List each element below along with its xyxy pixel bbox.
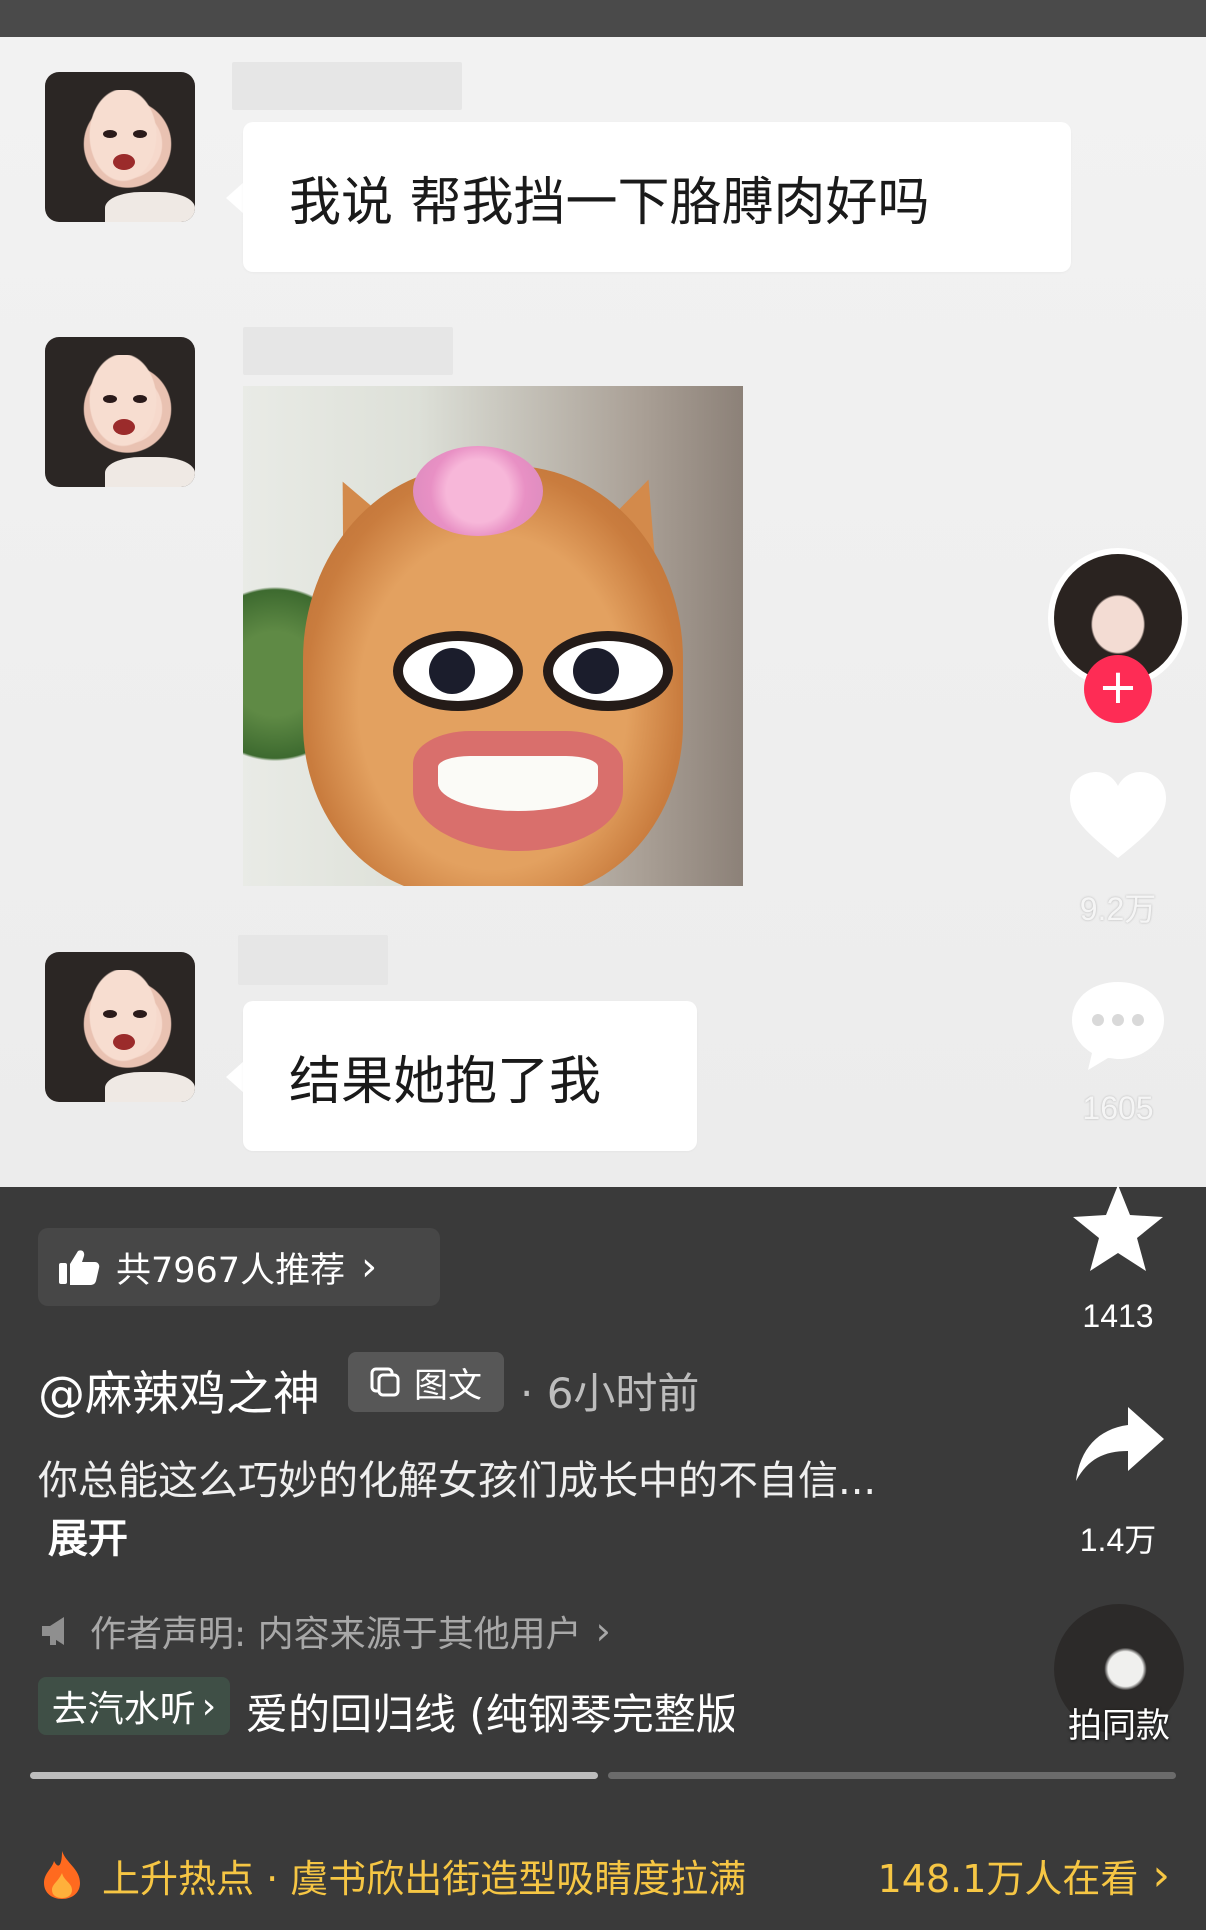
- music-title[interactable]: 爱的回归线 (纯钢琴完整版: [246, 1681, 734, 1742]
- like-count: 9.2万: [1079, 891, 1157, 927]
- share-count: 1.4万: [1079, 1522, 1157, 1558]
- author-name[interactable]: @麻辣鸡之神: [38, 1355, 320, 1424]
- expand-button[interactable]: 展开: [48, 1516, 128, 1562]
- gallery-icon: [370, 1367, 400, 1397]
- chat-avatar: [45, 337, 195, 487]
- message-text: 我说 帮我挡一下胳膊肉好吗: [289, 172, 930, 233]
- top-bar: [0, 0, 1206, 37]
- post-type-label: 图文: [414, 1365, 482, 1406]
- recommend-text: 共7967人推荐: [116, 1250, 346, 1291]
- bubble-tail: [226, 1061, 244, 1093]
- like-heart-icon[interactable]: [1068, 770, 1168, 862]
- soda-music-label: 去汽水听: [51, 1689, 196, 1730]
- comment-bubble-icon[interactable]: [1068, 978, 1168, 1074]
- favorite-count: 1413: [1082, 1298, 1154, 1334]
- chevron-right-icon: ›: [361, 1244, 378, 1290]
- declaration-text: 作者声明: 内容来源于其他用户: [90, 1614, 582, 1655]
- thumbs-up-icon: [59, 1250, 100, 1285]
- hot-topic-text: 上升热点 · 虞书欣出街造型吸睛度拉满: [102, 1856, 747, 1901]
- share-arrow-icon[interactable]: [1074, 1405, 1166, 1485]
- bubble-tail: [226, 182, 244, 214]
- soda-music-button[interactable]: 去汽水听 ›: [38, 1677, 230, 1735]
- description-text: 你总能这么巧妙的化解女孩们成长中的不自信...: [38, 1458, 877, 1504]
- chat-avatar: [45, 72, 195, 222]
- message-text: 结果她抱了我: [289, 1051, 602, 1112]
- watching-count: 148.1万人在看: [877, 1856, 1139, 1901]
- same-style-label[interactable]: 拍同款: [1054, 1698, 1184, 1747]
- sender-name-redacted: [243, 327, 453, 375]
- message-bubble: 我说 帮我挡一下胳膊肉好吗: [243, 122, 1071, 272]
- follow-button[interactable]: +: [1084, 655, 1152, 723]
- hot-topic-bar[interactable]: 上升热点 · 虞书欣出街造型吸睛度拉满 148.1万人在看 ›: [40, 1845, 1170, 1905]
- post-type-tag[interactable]: 图文: [348, 1352, 504, 1412]
- gallery-progress-current: [30, 1772, 598, 1779]
- chat-screenshot[interactable]: 我说 帮我挡一下胳膊肉好吗 结果她抱了我: [0, 37, 1206, 1187]
- recommend-pill[interactable]: 共7967人推荐 ›: [38, 1228, 440, 1306]
- favorite-star-icon[interactable]: [1070, 1183, 1166, 1275]
- author-declaration[interactable]: 作者声明: 内容来源于其他用户 ›: [40, 1605, 611, 1657]
- comment-count: 1605: [1082, 1090, 1154, 1126]
- sender-name-redacted: [232, 62, 462, 110]
- chevron-right-icon: ›: [1152, 1849, 1170, 1901]
- flame-icon: [44, 1851, 80, 1899]
- chat-avatar: [45, 952, 195, 1102]
- message-bubble: 结果她抱了我: [243, 1001, 697, 1151]
- sender-name-redacted: [238, 935, 388, 985]
- post-time: · 6小时前: [520, 1369, 700, 1418]
- megaphone-icon: [42, 1617, 64, 1645]
- post-description[interactable]: 你总能这么巧妙的化解女孩们成长中的不自信... 展开: [38, 1452, 898, 1568]
- chevron-right-icon: ›: [201, 1685, 217, 1727]
- smiling-cat-sticker[interactable]: [243, 386, 743, 886]
- chevron-right-icon: ›: [595, 1609, 611, 1653]
- gallery-progress-next: [608, 1772, 1176, 1779]
- flower-decoration: [413, 446, 543, 536]
